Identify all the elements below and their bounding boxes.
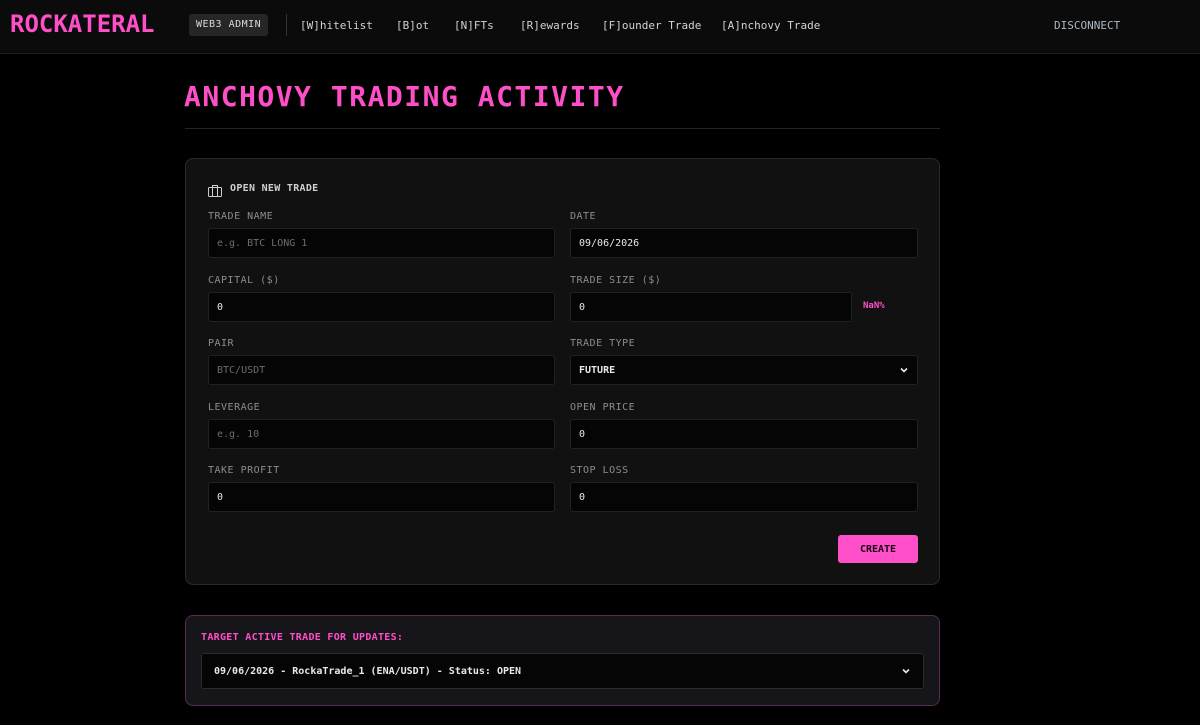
target-trade-select[interactable]: 09/06/2026 - RockaTrade_1 (ENA/USDT) - S…	[201, 653, 924, 689]
pair-label: PAIR	[208, 338, 235, 349]
page-title: ANCHOVY TRADING ACTIVITY	[184, 80, 625, 113]
app-logo[interactable]: ROCKATERAL	[10, 10, 155, 38]
take-profit-input[interactable]	[208, 482, 555, 512]
trade-type-value: FUTURE	[579, 364, 616, 376]
open-trade-header: OPEN NEW TRADE	[208, 181, 319, 197]
disconnect-button[interactable]: DISCONNECT	[1054, 19, 1120, 32]
nav-link-nfts[interactable]: [N]FTs	[454, 19, 494, 32]
nav-link-whitelist[interactable]: [W]hitelist	[300, 19, 373, 32]
open-price-label: OPEN PRICE	[570, 402, 636, 413]
capital-label: CAPITAL ($)	[208, 275, 280, 286]
open-trade-title: OPEN NEW TRADE	[230, 182, 319, 194]
stop-loss-label: STOP LOSS	[570, 465, 629, 476]
nav-link-bot[interactable]: [B]ot	[396, 19, 429, 32]
chevron-down-icon	[899, 365, 909, 375]
take-profit-label: TAKE PROFIT	[208, 465, 280, 476]
pair-input[interactable]	[208, 355, 555, 385]
nav-link-anchovy-trade[interactable]: [A]nchovy Trade	[721, 19, 820, 32]
leverage-input[interactable]	[208, 419, 555, 449]
date-input[interactable]	[570, 228, 918, 258]
capital-input[interactable]	[208, 292, 555, 322]
chevron-down-icon	[901, 666, 911, 676]
nav-link-founder-trade[interactable]: [F]ounder Trade	[602, 19, 701, 32]
top-navbar	[0, 0, 1200, 54]
open-price-input[interactable]	[570, 419, 918, 449]
trade-type-select[interactable]: FUTURE	[570, 355, 918, 385]
admin-badge: WEB3 ADMIN	[189, 14, 269, 36]
briefcase-icon	[208, 182, 222, 197]
trade-size-label: TRADE SIZE ($)	[570, 275, 662, 286]
date-label: DATE	[570, 211, 597, 222]
trade-size-input[interactable]	[570, 292, 852, 322]
target-trade-value: 09/06/2026 - RockaTrade_1 (ENA/USDT) - S…	[214, 665, 522, 677]
trade-name-label: TRADE NAME	[208, 211, 274, 222]
trade-size-percent: NaN%	[863, 301, 885, 311]
trade-name-input[interactable]	[208, 228, 555, 258]
nav-divider	[286, 14, 287, 36]
create-button[interactable]: CREATE	[838, 535, 918, 563]
title-divider	[185, 128, 940, 129]
leverage-label: LEVERAGE	[208, 402, 261, 413]
target-trade-label: TARGET ACTIVE TRADE FOR UPDATES:	[201, 632, 404, 643]
nav-link-rewards[interactable]: [R]ewards	[520, 19, 580, 32]
trade-type-label: TRADE TYPE	[570, 338, 636, 349]
stop-loss-input[interactable]	[570, 482, 918, 512]
